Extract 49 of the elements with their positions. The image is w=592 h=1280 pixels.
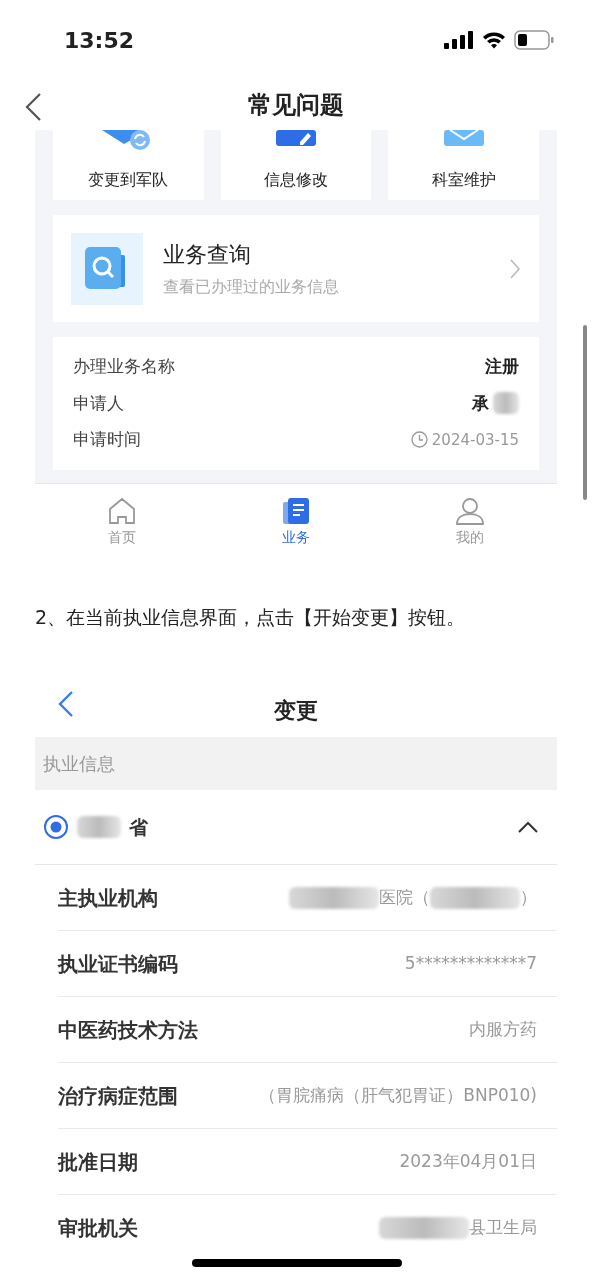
value-text: 注册 bbox=[485, 355, 519, 379]
edit-icon bbox=[276, 130, 316, 148]
card-subtitle: 查看已办理过的业务信息 bbox=[163, 276, 340, 298]
value-text: 医院（ bbox=[379, 885, 430, 909]
page-title: 常见问题 bbox=[248, 90, 344, 121]
value-text: 5*************7 bbox=[404, 951, 537, 975]
value-text: 县卫生局 bbox=[469, 1216, 537, 1240]
field-label: 审批机关 bbox=[58, 1215, 138, 1242]
card-title: 业务查询 bbox=[163, 241, 252, 269]
shortcut-tile[interactable]: 信息修改 bbox=[220, 130, 372, 200]
field-label: 执业证书编码 bbox=[58, 950, 178, 978]
field-label: 主执业机构 bbox=[58, 884, 158, 912]
field-label: 中医药技术方法 bbox=[58, 1016, 198, 1044]
value-text: 2023年04月01日 bbox=[399, 1149, 537, 1173]
redacted-block bbox=[493, 392, 519, 415]
field-label: 申请人 bbox=[73, 391, 124, 415]
radio-button[interactable] bbox=[43, 814, 69, 840]
clock-time: 13:52 bbox=[64, 26, 135, 55]
shortcut-tile[interactable]: 科室维护 bbox=[388, 130, 539, 200]
field-label: 批准日期 bbox=[58, 1148, 138, 1176]
wifi-icon bbox=[482, 31, 506, 49]
field-label: 办理业务名称 bbox=[73, 355, 175, 379]
shortcut-tile[interactable]: 变更到军队 bbox=[53, 130, 204, 200]
chevron-up-icon[interactable] bbox=[517, 820, 539, 834]
back-icon[interactable] bbox=[57, 689, 75, 719]
document-icon bbox=[281, 497, 311, 525]
value-text: ） bbox=[520, 885, 537, 909]
field-label: 申请时间 bbox=[73, 428, 141, 452]
value-text: 承 bbox=[472, 391, 489, 415]
value-text: 省 bbox=[129, 814, 148, 840]
home-icon bbox=[107, 497, 137, 525]
instruction-text: 2、在当前执业信息界面，点击【开始变更】按钮。 bbox=[35, 605, 467, 630]
value-text: 内服方药 bbox=[469, 1017, 537, 1041]
section-header: 执业信息 bbox=[35, 737, 557, 790]
back-icon[interactable] bbox=[24, 92, 44, 122]
screen-title: 变更 bbox=[274, 696, 318, 725]
signal-icon bbox=[444, 31, 474, 49]
search-icon bbox=[71, 232, 143, 305]
clock-icon bbox=[410, 431, 428, 449]
value-text: （胃脘痛病（肝气犯胃证）BNP010) bbox=[259, 1083, 537, 1107]
person-icon bbox=[455, 497, 485, 525]
chevron-right-icon bbox=[509, 257, 521, 280]
query-card[interactable]: 业务查询 查看已办理过的业务信息 bbox=[53, 215, 539, 322]
battery-icon bbox=[514, 30, 554, 50]
field-label: 治疗病症范围 bbox=[58, 1082, 178, 1110]
tab-bar-item[interactable]: 业务 bbox=[246, 496, 346, 549]
value-text: 2024-03-15 bbox=[431, 429, 519, 451]
mail-icon bbox=[443, 130, 484, 148]
redacted-block bbox=[77, 816, 121, 838]
